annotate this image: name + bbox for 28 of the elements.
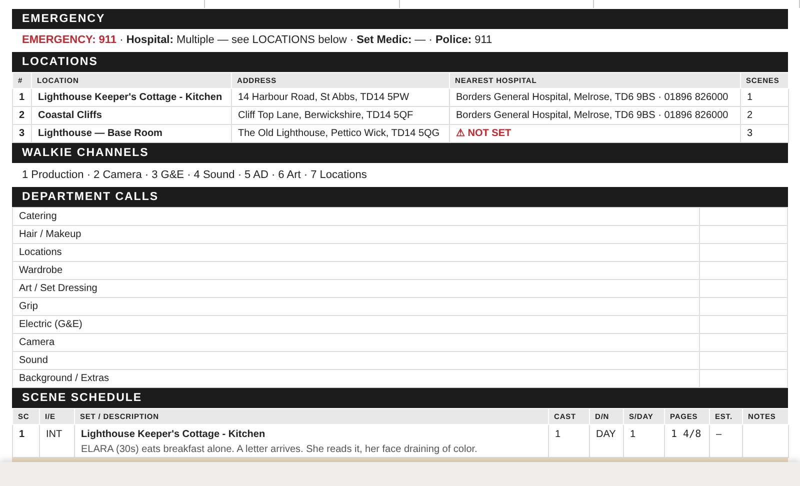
department-name: Art / Set Dressing (12, 280, 700, 298)
department-name: Electric (G&E) (12, 316, 700, 334)
department-name: Wardrobe (12, 262, 700, 280)
section-header: EMERGENCY (12, 9, 788, 29)
section-header: WALKIE CHANNELS (12, 143, 788, 163)
section-header: LOCATIONS (12, 52, 788, 72)
scene-title: Lighthouse Keeper's Cottage - Kitchen (81, 428, 266, 442)
table-cell: 14 Harbour Road, St Abbs, TD14 5PW (232, 88, 450, 106)
emergency-info: EMERGENCY: 911 · Hospital: Multiple — see LOCATIONS below · Set Medic: — · Police: 911 (21, 33, 494, 48)
table-cell: 2 (740, 106, 788, 124)
walkie-channel-list: 1 Production · 2 Camera · 3 G&E · 4 Sound · 5 AD · 6 Art · 7 Locations (12, 163, 788, 187)
department-name: Hair / Makeup (12, 226, 700, 244)
table-cell: Borders General Hospital, Melrose, TD6 9BS · 01896 826000 (450, 106, 740, 124)
department-name: Catering (12, 208, 700, 226)
table-cell: Cliff Top Lane, Berwickshire, TD14 5QF (232, 106, 450, 124)
section-header: DEPARTMENT CALLS (12, 187, 788, 207)
scene-description: ELARA (30s) eats breakfast alone. A letter arrives. She reads it, her face draining of color. (81, 443, 478, 457)
table-cell: Coastal Cliffs (32, 106, 232, 124)
section-header: SCENE SCHEDULE (12, 388, 788, 408)
table-cell: 2 (12, 106, 32, 124)
table-cell: 1 (740, 88, 788, 106)
department-name: Sound (12, 352, 700, 370)
table-cell: Borders General Hospital, Melrose, TD6 9BS · 01896 826000 (450, 88, 740, 106)
department-name: Locations (12, 244, 700, 262)
table-cell: 1 (12, 88, 32, 106)
department-name: Camera (12, 334, 700, 352)
table-cell: Lighthouse Keeper's Cottage - Kitchen (32, 88, 232, 106)
department-name: Grip (12, 298, 700, 316)
